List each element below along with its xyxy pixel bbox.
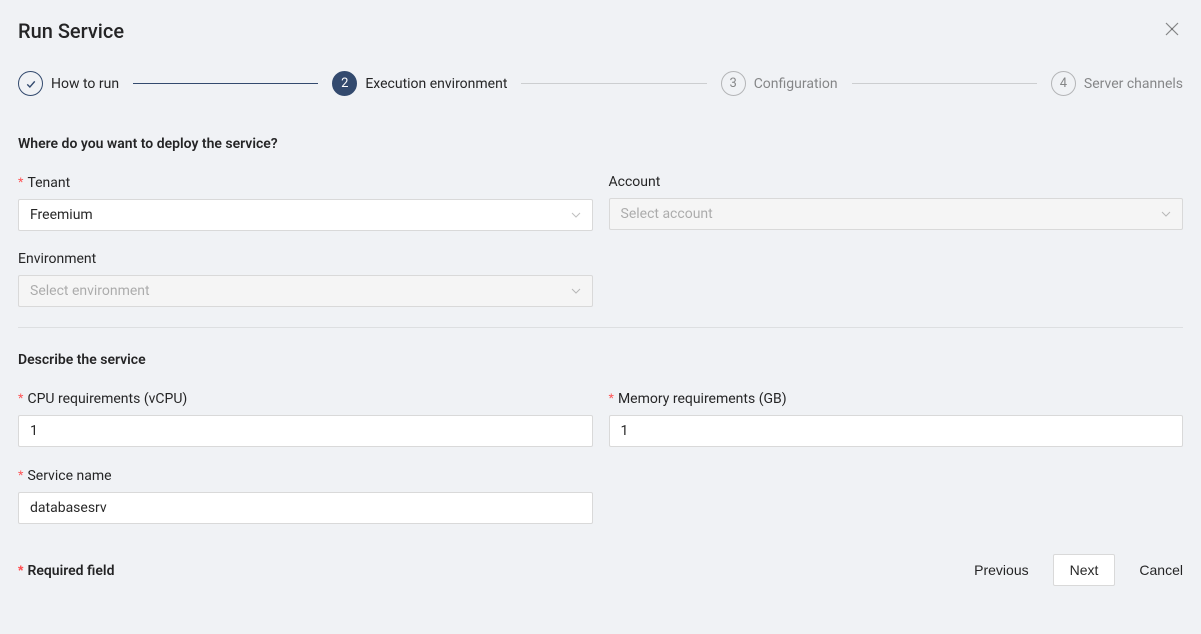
step-label: Server channels	[1084, 76, 1183, 92]
tenant-value: Freemium	[30, 207, 93, 223]
required-mark: *	[18, 390, 23, 406]
tenant-label: *Tenant	[18, 174, 593, 191]
step-how-to-run[interactable]: How to run	[18, 71, 119, 96]
required-mark: *	[609, 390, 614, 406]
environment-select[interactable]: Select environment	[18, 275, 593, 307]
close-button[interactable]	[1161, 18, 1183, 43]
section-describe-title: Describe the service	[18, 352, 1183, 368]
service-name-input[interactable]	[18, 492, 593, 524]
required-mark: *	[18, 174, 23, 190]
account-label: Account	[609, 174, 1184, 190]
chevron-down-icon	[1161, 209, 1171, 220]
step-execution-environment[interactable]: 2 Execution environment	[332, 71, 507, 96]
step-connector	[133, 83, 318, 84]
section-divider	[18, 327, 1183, 328]
account-select[interactable]: Select account	[609, 198, 1184, 230]
page-title: Run Service	[18, 19, 124, 43]
step-number-icon: 4	[1051, 71, 1076, 96]
cancel-button[interactable]: Cancel	[1139, 562, 1183, 578]
required-field-note: *Required field	[18, 562, 114, 579]
step-label: Execution environment	[365, 76, 507, 92]
tenant-select[interactable]: Freemium	[18, 199, 593, 231]
close-icon	[1165, 22, 1179, 36]
required-mark: *	[18, 562, 23, 578]
environment-placeholder: Select environment	[30, 283, 150, 299]
step-label: Configuration	[754, 76, 838, 92]
account-placeholder: Select account	[621, 206, 713, 222]
step-connector	[852, 83, 1037, 84]
memory-input[interactable]	[609, 415, 1184, 447]
cpu-label: *CPU requirements (vCPU)	[18, 390, 593, 407]
step-connector	[521, 83, 706, 84]
cpu-input[interactable]	[18, 415, 593, 447]
check-icon	[18, 71, 43, 96]
service-name-label: *Service name	[18, 467, 593, 484]
section-deploy-title: Where do you want to deploy the service?	[18, 136, 1183, 152]
step-number-icon: 2	[332, 71, 357, 96]
step-number-icon: 3	[721, 71, 746, 96]
required-mark: *	[18, 467, 23, 483]
next-button[interactable]: Next	[1053, 554, 1116, 586]
step-label: How to run	[51, 76, 119, 92]
chevron-down-icon	[571, 210, 581, 221]
step-server-channels: 4 Server channels	[1051, 71, 1183, 96]
chevron-down-icon	[571, 286, 581, 297]
environment-label: Environment	[18, 251, 593, 267]
previous-button[interactable]: Previous	[974, 562, 1028, 578]
memory-label: *Memory requirements (GB)	[609, 390, 1184, 407]
steps-indicator: How to run 2 Execution environment 3 Con…	[18, 71, 1183, 96]
step-configuration: 3 Configuration	[721, 71, 838, 96]
